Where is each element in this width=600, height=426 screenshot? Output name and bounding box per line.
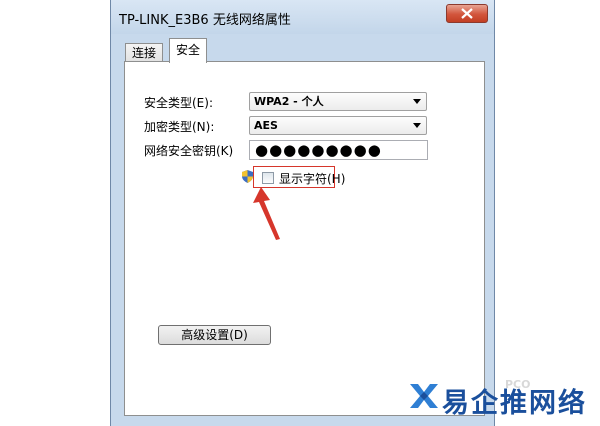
- encryption-type-label: 加密类型(N):: [144, 120, 215, 134]
- watermark-logo-icon: [410, 384, 438, 408]
- title-bar[interactable]: TP-LINK_E3B6 无线网络属性: [111, 0, 494, 34]
- close-icon: [461, 8, 473, 19]
- show-characters-label[interactable]: 显示字符(H): [279, 170, 345, 187]
- dropdown-arrow-icon: [413, 99, 421, 104]
- security-panel: 安全类型(E): WPA2 - 个人 加密类型(N): AES 网络安全密钥(K…: [124, 61, 485, 416]
- dropdown-arrow-icon: [413, 123, 421, 128]
- annotation-arrow-icon: [253, 187, 280, 240]
- security-type-label: 安全类型(E):: [144, 96, 213, 110]
- encryption-type-select[interactable]: AES: [249, 116, 427, 135]
- tab-security[interactable]: 安全: [169, 38, 208, 63]
- encryption-type-value: AES: [254, 119, 278, 132]
- network-key-label: 网络安全密钥(K): [144, 144, 234, 158]
- wireless-properties-window: TP-LINK_E3B6 无线网络属性 连接 安全 安全类型(E): WPA2 …: [110, 0, 495, 426]
- uac-shield-icon: [242, 170, 253, 183]
- advanced-settings-button[interactable]: 高级设置(D): [158, 325, 271, 345]
- show-characters-checkbox[interactable]: [262, 172, 274, 184]
- security-type-value: WPA2 - 个人: [254, 95, 324, 108]
- faint-watermark: PCO: [505, 378, 531, 391]
- network-key-input[interactable]: ●●●●●●●●●: [249, 140, 428, 160]
- security-type-select[interactable]: WPA2 - 个人: [249, 92, 427, 111]
- window-title: TP-LINK_E3B6 无线网络属性: [119, 13, 291, 28]
- close-button[interactable]: [446, 4, 488, 23]
- tab-connection[interactable]: 连接: [125, 43, 164, 62]
